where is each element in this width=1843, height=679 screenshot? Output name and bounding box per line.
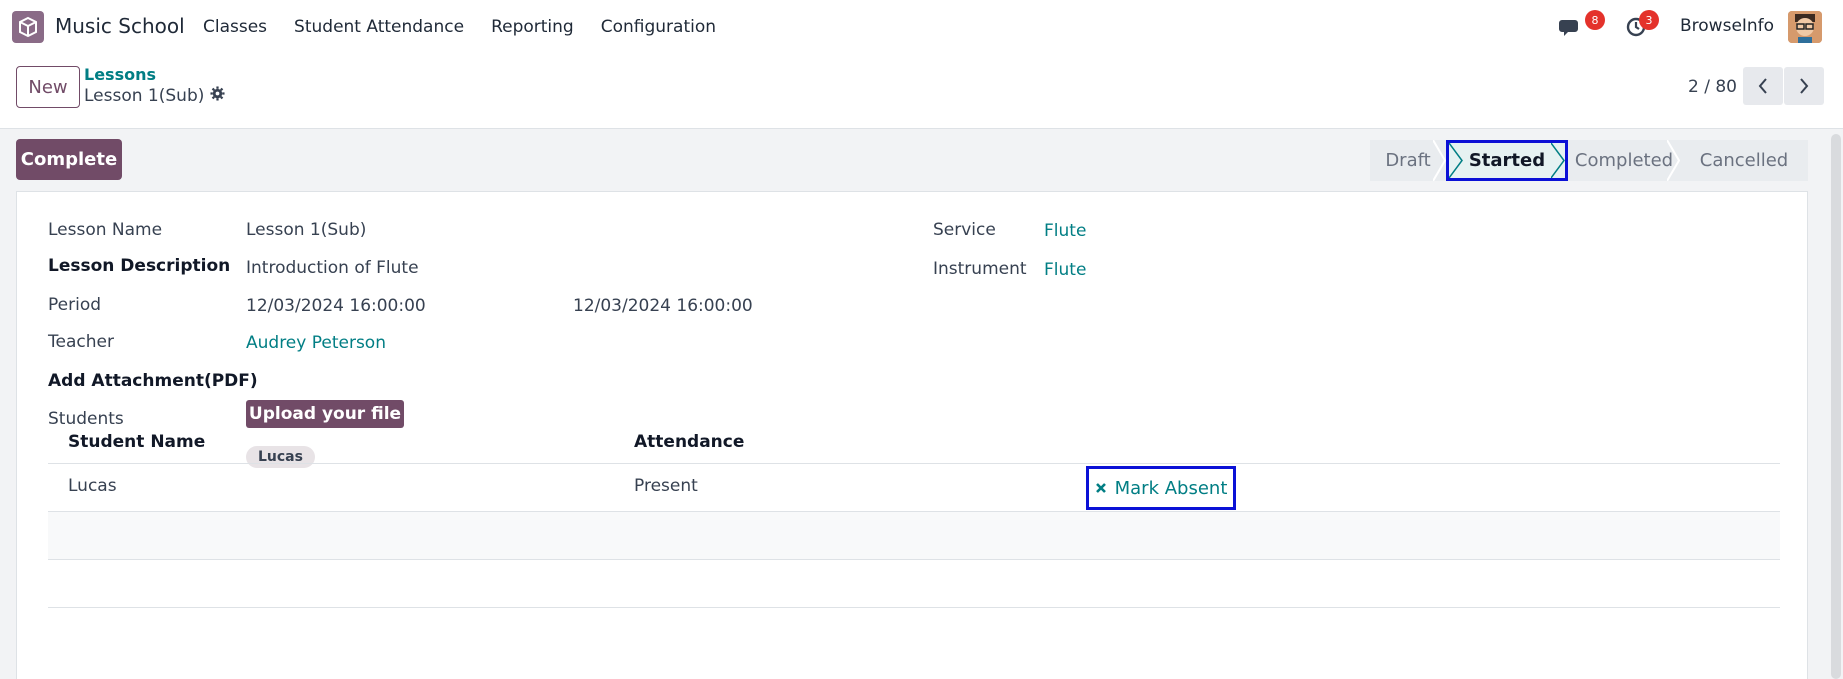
lesson-description-label: Lesson Description <box>48 256 231 276</box>
menu-reporting[interactable]: Reporting <box>491 17 574 37</box>
mark-absent-label: Mark Absent <box>1114 477 1228 499</box>
breadcrumb-lessons[interactable]: Lessons <box>84 65 156 84</box>
teacher-label: Teacher <box>48 332 114 352</box>
lesson-description-value[interactable]: Introduction of Flute <box>246 258 419 278</box>
stage-cancelled[interactable]: Cancelled <box>1680 140 1808 181</box>
period-end-value[interactable]: 12/03/2024 16:00:00 <box>573 296 753 316</box>
main-menu: Classes Student Attendance Reporting Con… <box>203 17 743 37</box>
status-bar: Draft Started Completed Cancelled <box>1370 140 1808 181</box>
lesson-name-value[interactable]: Lesson 1(Sub) <box>246 220 366 240</box>
table-row[interactable]: Lucas Present Mark Absent <box>48 464 1780 512</box>
form-view: Complete Draft Started Completed Cancell… <box>0 129 1843 679</box>
stage-separator <box>1433 140 1447 181</box>
scrollbar[interactable] <box>1831 134 1841 679</box>
control-panel: New Lessons Lesson 1(Sub) 2 / 80 <box>0 54 1843 129</box>
messages-icon[interactable] <box>1558 14 1584 40</box>
instrument-label: Instrument <box>933 259 1027 279</box>
breadcrumb-current-label: Lesson 1(Sub) <box>84 86 205 106</box>
instrument-link[interactable]: Flute <box>1044 260 1086 280</box>
pager-value[interactable]: 2 / 80 <box>1688 77 1737 97</box>
attachment-label: Add Attachment(PDF) <box>48 371 258 391</box>
stage-separator <box>1667 140 1681 181</box>
mark-absent-button[interactable]: Mark Absent <box>1086 466 1236 510</box>
chevron-left-icon[interactable] <box>1743 67 1783 105</box>
top-navbar: Music School Classes Student Attendance … <box>0 0 1843 54</box>
menu-student-attendance[interactable]: Student Attendance <box>294 17 464 37</box>
stage-cancelled-label: Cancelled <box>1699 150 1789 171</box>
company-switcher[interactable]: BrowseInfo <box>1680 16 1774 36</box>
gear-icon[interactable] <box>210 86 225 106</box>
cell-attendance: Present <box>634 476 698 496</box>
messages-badge: 8 <box>1585 10 1605 30</box>
menu-configuration[interactable]: Configuration <box>601 17 716 37</box>
table-header: Student Name Attendance <box>48 420 1780 464</box>
form-sheet: Lesson Name Lesson 1(Sub) Lesson Descrip… <box>16 191 1808 679</box>
close-icon <box>1095 478 1107 499</box>
service-link[interactable]: Flute <box>1044 221 1086 241</box>
app-name[interactable]: Music School <box>55 14 185 38</box>
new-button[interactable]: New <box>16 66 80 108</box>
stage-started-label: Started <box>1468 150 1546 171</box>
table-row-empty <box>48 512 1780 560</box>
stage-draft[interactable]: Draft <box>1370 140 1447 181</box>
lesson-name-label: Lesson Name <box>48 220 163 240</box>
stage-completed-label: Completed <box>1574 150 1674 171</box>
header-student-name[interactable]: Student Name <box>68 432 205 452</box>
table-row-empty <box>48 560 1780 608</box>
stage-started[interactable]: Started <box>1446 140 1568 181</box>
activities-badge: 3 <box>1639 10 1659 30</box>
stage-arrow-left <box>1449 143 1463 178</box>
user-avatar[interactable] <box>1788 11 1822 43</box>
stage-draft-label: Draft <box>1385 150 1431 171</box>
header-attendance[interactable]: Attendance <box>634 432 744 452</box>
stage-completed[interactable]: Completed <box>1568 140 1681 181</box>
breadcrumb-current: Lesson 1(Sub) <box>84 86 225 106</box>
menu-classes[interactable]: Classes <box>203 17 267 37</box>
cube-icon[interactable] <box>12 11 44 43</box>
period-start-value[interactable]: 12/03/2024 16:00:00 <box>246 296 426 316</box>
teacher-link[interactable]: Audrey Peterson <box>246 333 386 353</box>
chevron-right-icon[interactable] <box>1784 67 1824 105</box>
complete-button[interactable]: Complete <box>16 139 122 180</box>
service-label: Service <box>933 220 996 240</box>
stage-arrow-right <box>1551 143 1565 178</box>
cell-student-name: Lucas <box>68 476 117 496</box>
period-label: Period <box>48 295 102 315</box>
